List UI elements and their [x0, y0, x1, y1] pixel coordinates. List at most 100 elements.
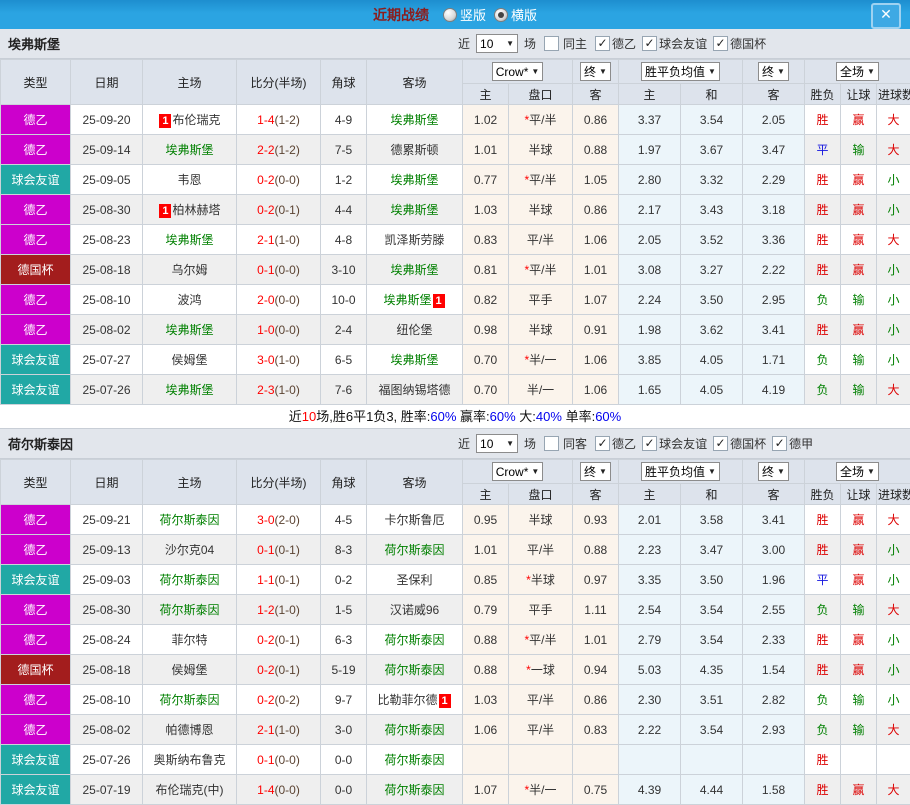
corners-cell: 6-5	[321, 345, 367, 375]
halftime-score: (1-0)	[275, 383, 300, 397]
euro-home-odds: 3.08	[619, 255, 681, 285]
col-corner: 角球	[321, 60, 367, 105]
score-cell: 2-0(0-0)	[237, 285, 321, 315]
asian-home-odds: 0.88	[463, 655, 509, 685]
asian-home-odds: 0.83	[463, 225, 509, 255]
euro-home-odds: 2.01	[619, 505, 681, 535]
score-cell: 0-2(0-1)	[237, 655, 321, 685]
score-cell: 3-0(1-0)	[237, 345, 321, 375]
home-team-cell: 沙尔克04	[143, 535, 237, 565]
match-date: 25-07-19	[71, 775, 143, 805]
same-venue-checkbox[interactable]	[544, 36, 559, 51]
league-checkbox[interactable]	[642, 436, 657, 451]
euro-draw-odds: 3.43	[681, 195, 743, 225]
odds-source-select[interactable]: Crow*▼	[492, 62, 544, 81]
euro-draw-odds: 3.27	[681, 255, 743, 285]
home-team-cell: 奥斯纳布鲁克	[143, 745, 237, 775]
league-checkbox[interactable]	[595, 436, 610, 451]
goals-result: 大	[877, 135, 910, 165]
asian-away-odds: 0.86	[573, 685, 619, 715]
asian-handicap: 半球	[509, 315, 573, 345]
away-team-cell: 荷尔斯泰因	[367, 535, 463, 565]
same-venue-checkbox[interactable]	[544, 436, 559, 451]
title-bar: 近期战绩 竖版 横版 ✕	[0, 0, 910, 29]
avg-odds-select[interactable]: 胜平负均值▼	[641, 462, 720, 481]
final-odds-select[interactable]: 终▼	[580, 462, 611, 481]
odds-source-select[interactable]: Crow*▼	[492, 462, 544, 481]
team-name: 埃弗斯堡	[8, 34, 60, 53]
home-team-name: 侯姆堡	[171, 663, 207, 677]
home-team-name: 荷尔斯泰因	[159, 603, 219, 617]
asian-home-odds: 1.03	[463, 685, 509, 715]
match-date: 25-08-24	[71, 625, 143, 655]
league-checkbox[interactable]	[642, 36, 657, 51]
score-cell: 0-1(0-0)	[237, 745, 321, 775]
league-checkbox[interactable]	[713, 436, 728, 451]
home-team-name: 乌尔姆	[171, 263, 207, 277]
corners-cell: 3-0	[321, 715, 367, 745]
layout-vertical-radio[interactable]	[443, 8, 457, 22]
final-odds-select[interactable]: 终▼	[580, 62, 611, 81]
table-row: 球会友谊25-09-03荷尔斯泰因1-1(0-1)0-2圣保利0.85*半球0.…	[1, 565, 910, 595]
match-count-value: 10	[480, 437, 493, 451]
rank-badge: 1	[159, 204, 171, 218]
final-odds-select[interactable]: 终▼	[758, 62, 789, 81]
scope-select[interactable]: 全场▼	[836, 62, 879, 81]
asian-away-odds: 0.75	[573, 775, 619, 805]
match-count-select[interactable]: 10▼	[476, 34, 518, 53]
match-count-value: 10	[480, 37, 493, 51]
away-team-name: 埃弗斯堡	[390, 263, 438, 277]
halftime-score: (0-0)	[275, 753, 300, 767]
matches-label: 场	[524, 435, 536, 452]
home-team-cell: 1柏林赫塔	[143, 195, 237, 225]
halftime-score: (1-0)	[275, 233, 300, 247]
match-count-select[interactable]: 10▼	[476, 434, 518, 453]
fulltime-score: 1-4	[257, 113, 274, 127]
away-team-name: 荷尔斯泰因	[384, 783, 444, 797]
wdl-result: 胜	[805, 195, 841, 225]
table-row: 德国杯25-08-18侯姆堡0-2(0-1)5-19荷尔斯泰因0.88*一球0.…	[1, 655, 910, 685]
close-icon[interactable]: ✕	[871, 3, 901, 29]
home-team-cell: 埃弗斯堡	[143, 375, 237, 405]
home-team-name: 埃弗斯堡	[165, 383, 213, 397]
home-team-cell: 乌尔姆	[143, 255, 237, 285]
asian-home-odds: 1.01	[463, 135, 509, 165]
corners-cell: 4-9	[321, 105, 367, 135]
handicap-result: 输	[841, 685, 877, 715]
layout-horizontal-radio[interactable]	[494, 8, 508, 22]
goals-result: 小	[877, 345, 910, 375]
asian-home-odds	[463, 745, 509, 775]
wdl-result: 负	[805, 685, 841, 715]
home-team-name: 埃弗斯堡	[165, 143, 213, 157]
asian-handicap: *平/半	[509, 255, 573, 285]
fulltime-score: 0-2	[257, 633, 274, 647]
home-team-cell: 韦恩	[143, 165, 237, 195]
league-checkbox-label: 球会友谊	[659, 35, 707, 52]
home-team-cell: 帕德博恩	[143, 715, 237, 745]
corners-cell: 6-3	[321, 625, 367, 655]
avg-odds-select[interactable]: 胜平负均值▼	[641, 62, 720, 81]
asian-home-odds: 1.06	[463, 715, 509, 745]
score-cell: 3-0(2-0)	[237, 505, 321, 535]
goals-result: 小	[877, 655, 910, 685]
layout-horizontal-label[interactable]: 横版	[511, 5, 537, 24]
asian-away-odds: 1.05	[573, 165, 619, 195]
asian-away-odds: 1.06	[573, 375, 619, 405]
asian-handicap: 平手	[509, 285, 573, 315]
asian-away-odds: 1.01	[573, 625, 619, 655]
goals-result: 小	[877, 195, 910, 225]
layout-vertical-label[interactable]: 竖版	[460, 5, 486, 24]
league-checkbox[interactable]	[713, 36, 728, 51]
match-date: 25-08-02	[71, 715, 143, 745]
home-team-name: 荷尔斯泰因	[159, 693, 219, 707]
final-odds-select[interactable]: 终▼	[758, 462, 789, 481]
away-team-cell: 纽伦堡	[367, 315, 463, 345]
league-checkbox[interactable]	[772, 436, 787, 451]
handicap-result: 输	[841, 375, 877, 405]
league-checkbox[interactable]	[595, 36, 610, 51]
corners-cell: 7-5	[321, 135, 367, 165]
league-checkbox-label: 德乙	[612, 35, 636, 52]
score-cell: 1-4(0-0)	[237, 775, 321, 805]
wdl-result: 胜	[805, 625, 841, 655]
scope-select[interactable]: 全场▼	[836, 462, 879, 481]
